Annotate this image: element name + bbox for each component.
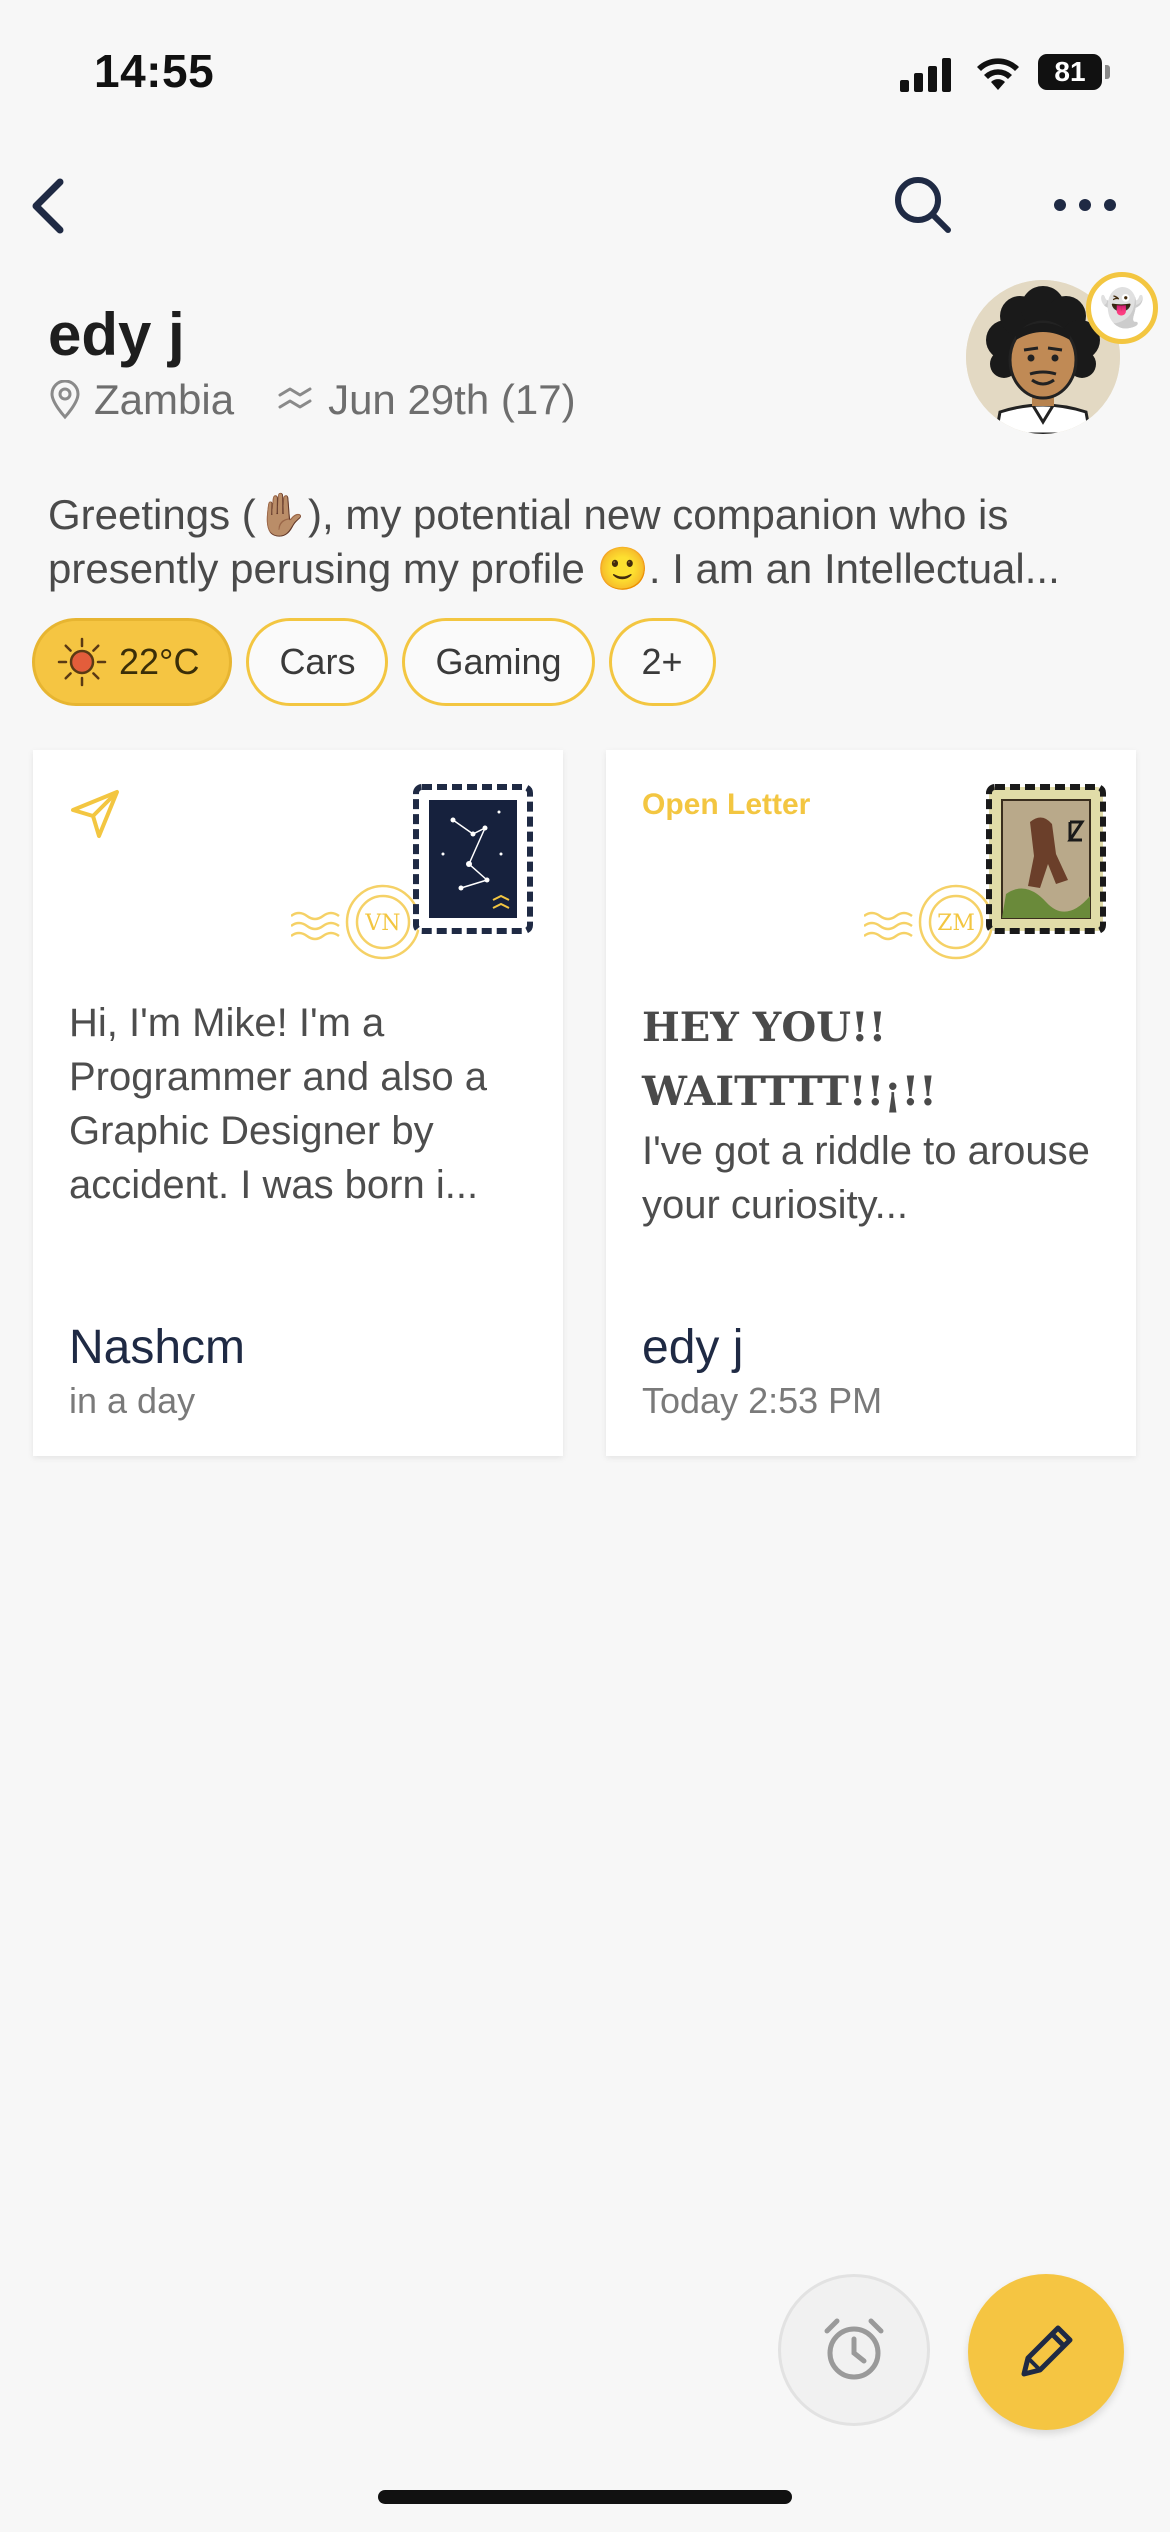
compose-button[interactable] (968, 2274, 1124, 2430)
letter-author: edy j (642, 1321, 744, 1374)
wifi-icon (977, 58, 1019, 90)
weather-chip[interactable]: 22°C (32, 618, 233, 706)
schedule-button[interactable] (778, 2274, 930, 2426)
search-button[interactable] (888, 170, 958, 240)
chevron-left-icon (32, 178, 64, 234)
paper-plane-icon (71, 790, 119, 838)
letter-time: in a day (69, 1380, 196, 1421)
letter-headline: HEY YOU!! WAITTTT!!¡!! (642, 1004, 937, 1115)
weather-temperature: 22°C (119, 641, 200, 682)
postmark-code: VN (364, 911, 400, 936)
profile-meta: Zambia Jun 29th (17) (48, 372, 576, 428)
cellular-signal-icon (900, 58, 951, 92)
chip-cars[interactable]: Cars (246, 618, 389, 706)
letter-card[interactable]: VN Hi, I'm Mike! I'm a Programmer and al… (33, 750, 563, 1456)
search-icon (895, 177, 951, 233)
postmark-icon: VN (291, 884, 421, 960)
letter-card[interactable]: Open Letter ZM HEY YOU!! WAITTTT!!¡!! I'… (606, 750, 1136, 1456)
profile-name: edy j (48, 301, 185, 368)
pencil-icon (1021, 2325, 1073, 2377)
status-indicators: 81 (900, 48, 1130, 98)
sun-icon (57, 637, 107, 687)
battery-nub (1105, 65, 1110, 79)
zodiac-icon (278, 387, 312, 409)
ghost-badge: 👻 (1086, 272, 1158, 344)
interest-chips: 22°C Cars Gaming 2+ (32, 618, 716, 706)
postmark-icon: ZM (864, 884, 994, 960)
more-options-button[interactable] (1050, 180, 1120, 230)
letter-author: Nashcm (69, 1321, 246, 1374)
chip-gaming[interactable]: Gaming (402, 618, 595, 706)
country-stamp-icon (986, 784, 1106, 934)
letter-time: Today 2:53 PM (642, 1380, 883, 1421)
location-pin-icon (50, 380, 80, 420)
back-button[interactable] (20, 170, 80, 240)
letter-body: I've got a riddle to arouse your curiosi… (642, 1129, 1090, 1227)
profile-location: Zambia (94, 376, 235, 423)
open-letter-tag: Open Letter (642, 788, 811, 821)
constellation-stamp-icon (413, 784, 533, 934)
status-time: 14:55 (94, 45, 215, 97)
postmark-code: ZM (937, 911, 975, 936)
letter-preview: Hi, I'm Mike! I'm a Programmer and also … (69, 1001, 487, 1207)
more-horizontal-icon (1054, 199, 1116, 211)
home-indicator[interactable] (378, 2490, 792, 2504)
profile-birthday: Jun 29th (17) (328, 376, 576, 423)
chip-more[interactable]: 2+ (608, 618, 716, 706)
letter-preview: HEY YOU!! WAITTTT!!¡!! I've got a riddle… (642, 996, 1102, 1232)
profile-bio[interactable]: Greetings (✋🏽), my potential new compani… (48, 488, 1128, 596)
battery-level: 81 (1038, 54, 1102, 90)
alarm-clock-icon (824, 2318, 884, 2380)
